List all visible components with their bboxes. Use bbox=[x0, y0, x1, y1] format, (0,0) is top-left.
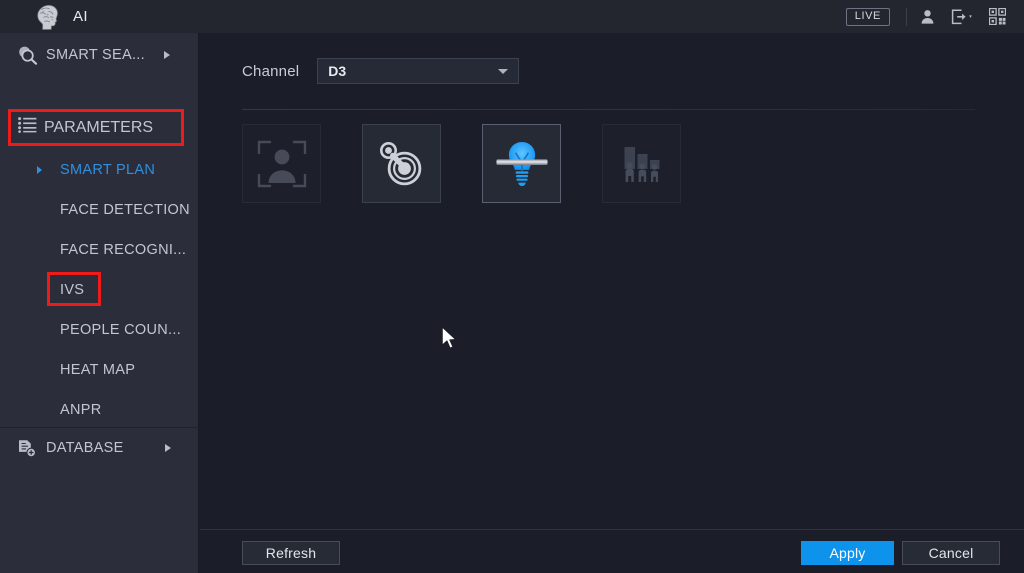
sidebar-item-smart-plan[interactable]: SMART PLAN bbox=[0, 150, 199, 190]
channel-label: Channel bbox=[242, 62, 300, 80]
chevron-right-icon bbox=[164, 51, 170, 59]
sidebar-item-smart-search[interactable]: SMART SEA... bbox=[0, 35, 198, 75]
ivs-tile[interactable] bbox=[482, 124, 561, 203]
chevron-right-icon bbox=[165, 444, 171, 452]
sidebar-item-label: DATABASE bbox=[46, 440, 124, 456]
database-icon bbox=[12, 439, 42, 458]
sidebar-submenu: SMART PLAN FACE DETECTION FACE RECOGNI..… bbox=[0, 150, 199, 430]
ai-head-icon bbox=[34, 4, 60, 30]
titlebar-right-controls: LIVE bbox=[845, 0, 1024, 33]
chevron-right-icon bbox=[37, 166, 42, 174]
app-window: AI LIVE SMART SEA... PARAMETERS SMART PL… bbox=[0, 0, 1024, 573]
user-icon[interactable] bbox=[920, 9, 935, 25]
chevron-down-icon bbox=[969, 14, 972, 18]
sidebar-item-label: FACE DETECTION bbox=[60, 202, 190, 218]
sidebar-item-label: SMART SEA... bbox=[46, 47, 145, 63]
face-recognition-tile[interactable] bbox=[362, 124, 441, 203]
app-logo: AI bbox=[34, 4, 88, 30]
sidebar-item-label: PARAMETERS bbox=[44, 118, 154, 136]
cancel-button[interactable]: Cancel bbox=[902, 541, 1000, 565]
channel-row: Channel D3 bbox=[242, 58, 520, 84]
channel-select[interactable]: D3 bbox=[317, 58, 520, 84]
people-bars-icon bbox=[618, 140, 666, 188]
smart-search-icon bbox=[12, 45, 42, 65]
logout-icon[interactable] bbox=[951, 8, 975, 25]
footer-bar: Refresh Apply Cancel bbox=[200, 530, 1024, 573]
people-counting-tile[interactable] bbox=[602, 124, 681, 203]
live-badge[interactable]: LIVE bbox=[845, 7, 890, 26]
apply-button[interactable]: Apply bbox=[801, 541, 894, 565]
sidebar-item-label: IVS bbox=[60, 282, 85, 298]
sidebar-item-parameters[interactable]: PARAMETERS bbox=[8, 109, 184, 146]
sidebar-item-database[interactable]: DATABASE bbox=[0, 428, 199, 468]
app-title: AI bbox=[73, 8, 88, 25]
sidebar-item-label: ANPR bbox=[60, 402, 102, 418]
sidebar-item-heat-map[interactable]: HEAT MAP bbox=[0, 350, 199, 390]
sidebar-item-face-recognition[interactable]: FACE RECOGNI... bbox=[0, 230, 199, 270]
sidebar-item-ivs[interactable]: IVS bbox=[0, 270, 199, 310]
target-rings-icon bbox=[376, 139, 428, 189]
lightbulb-icon bbox=[493, 138, 551, 190]
main-content: Channel D3 bbox=[200, 33, 1024, 573]
sidebar-item-label: FACE RECOGNI... bbox=[60, 242, 187, 258]
titlebar-divider bbox=[906, 7, 907, 26]
chevron-down-icon bbox=[498, 69, 509, 74]
grid-apps-icon[interactable] bbox=[989, 8, 1006, 25]
list-icon bbox=[18, 117, 44, 138]
title-bar: AI LIVE bbox=[0, 0, 1024, 34]
refresh-button[interactable]: Refresh bbox=[242, 541, 340, 565]
section-divider bbox=[242, 109, 975, 110]
face-detection-tile[interactable] bbox=[242, 124, 321, 203]
sidebar: SMART SEA... PARAMETERS SMART PLAN FACE … bbox=[0, 33, 199, 573]
sidebar-item-label: HEAT MAP bbox=[60, 362, 136, 378]
smart-plan-tiles bbox=[242, 124, 681, 203]
sidebar-item-people-counting[interactable]: PEOPLE COUN... bbox=[0, 310, 199, 350]
sidebar-item-label: SMART PLAN bbox=[60, 162, 156, 178]
face-frame-icon bbox=[257, 140, 307, 188]
sidebar-item-anpr[interactable]: ANPR bbox=[0, 390, 199, 430]
sidebar-item-face-detection[interactable]: FACE DETECTION bbox=[0, 190, 199, 230]
sidebar-item-label: PEOPLE COUN... bbox=[60, 322, 182, 338]
channel-selected-value: D3 bbox=[328, 63, 347, 79]
